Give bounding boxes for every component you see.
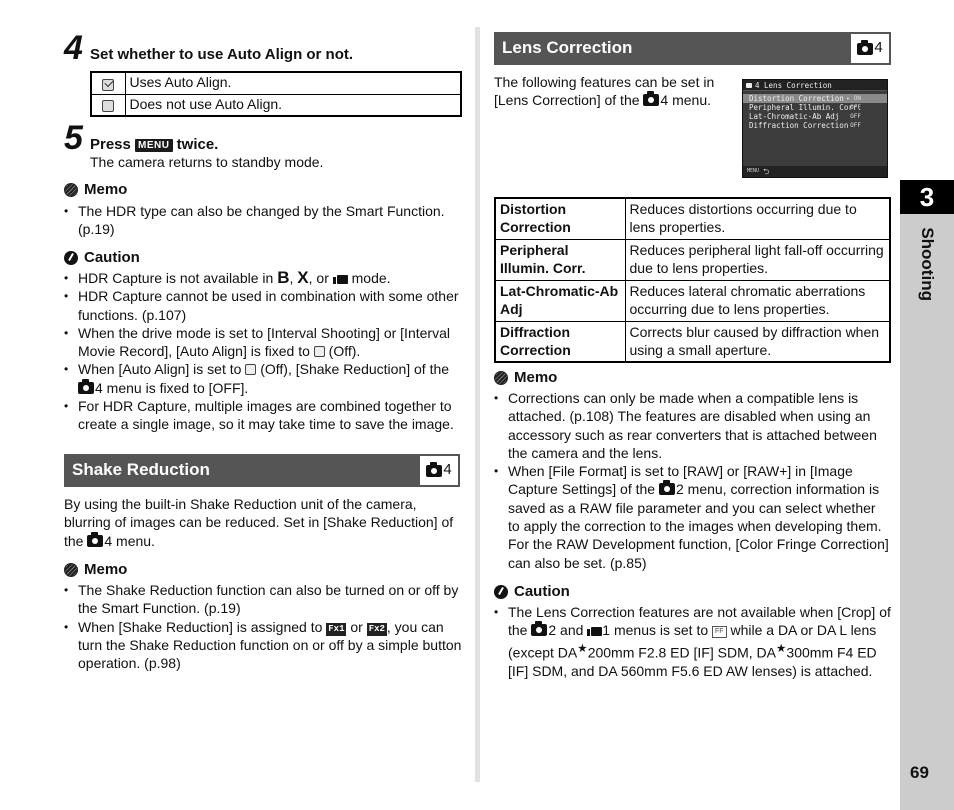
camera-menu-icon [531, 621, 548, 637]
camera-menu-icon [426, 461, 443, 477]
memo-icon [64, 183, 78, 198]
chapter-number: 3 [900, 180, 954, 214]
camera-menu-icon [87, 531, 104, 547]
feature-name: Diffraction Correction [494, 320, 626, 363]
section-title: Lens Correction [502, 38, 633, 58]
feature-name: Distortion Correction [494, 197, 626, 240]
step-number: 4 [64, 29, 83, 67]
auto-align-off-icon [245, 364, 257, 376]
step-5-heading: 5 Press MENU twice. [64, 119, 219, 157]
table-row: Does not use Auto Align. [90, 93, 462, 117]
screen-menu-item: Diffraction Correction OFF [749, 121, 861, 130]
fx2-button-icon: Fx2 [366, 622, 387, 636]
auto-align-off-icon [102, 100, 115, 113]
list-item: The Lens Correction features are not ava… [494, 603, 891, 680]
full-frame-icon: FF [712, 626, 727, 639]
step-5-description: The camera returns to standby mode. [90, 154, 324, 170]
caution-list: The Lens Correction features are not ava… [494, 603, 891, 680]
caution-icon [64, 251, 78, 266]
list-item: HDR Capture is not available in B, X, or… [64, 268, 462, 287]
step-4-heading: 4 Set whether to use Auto Align or not. [64, 29, 354, 67]
list-item: Corrections can only be made when a comp… [494, 389, 891, 462]
feature-name: Lat-Chromatic-Ab Adj [494, 279, 626, 322]
step-title: Set whether to use Auto Align or not. [90, 46, 354, 63]
camera-menu-icon [643, 91, 660, 107]
list-item: When [Shake Reduction] is assigned to Fx… [64, 618, 462, 673]
x-sync-mode-icon: X [297, 268, 309, 287]
screen-footer: MENU ⮌ [743, 166, 887, 177]
table-row: Uses Auto Align. [90, 71, 462, 95]
caution-list: HDR Capture is not available in B, X, or… [64, 268, 462, 434]
memo-icon [64, 563, 78, 578]
memo-heading: Memo [64, 181, 127, 199]
camera-menu-screenshot: 4 Lens Correction Distortion Correction … [742, 79, 888, 178]
step-title-prefix: Press [90, 136, 131, 153]
step-title-suffix: twice. [176, 136, 219, 153]
back-arrow-icon: ⮌ [763, 167, 770, 176]
screen-menu-item: Distortion Correction ▸ ON [743, 94, 887, 103]
feature-name: Peripheral Illumin. Corr. [494, 238, 626, 281]
memo-list: Corrections can only be made when a comp… [494, 389, 891, 572]
shake-reduction-header: Shake Reduction 4 [64, 454, 460, 487]
menu-reference: 4 [851, 34, 889, 63]
table-row: Diffraction Correction Corrects blur cau… [494, 320, 891, 363]
feature-description: Reduces lateral chromatic aberrations oc… [624, 279, 891, 322]
auto-align-on-icon [102, 78, 115, 91]
column-divider [475, 27, 480, 782]
memo-icon [494, 371, 508, 386]
menu-button-icon: MENU [135, 139, 173, 152]
menu-key-label: MENU [747, 168, 760, 174]
page-number: 69 [910, 763, 929, 782]
section-title: Shake Reduction [72, 460, 210, 480]
table-row: Distortion Correction Reduces distortion… [494, 197, 891, 240]
lens-correction-header: Lens Correction 4 [494, 32, 891, 65]
camera-menu-icon [658, 480, 675, 496]
list-item: When [Auto Align] is set to (Off), [Shak… [64, 360, 462, 397]
list-item: For HDR Capture, multiple images are com… [64, 397, 462, 434]
chapter-name: Shooting [918, 227, 938, 301]
fx1-button-icon: Fx1 [326, 622, 347, 636]
list-item: The Shake Reduction function can also be… [64, 581, 462, 618]
star-icon: ★ [577, 641, 588, 655]
memo-list: The Shake Reduction function can also be… [64, 581, 462, 672]
auto-align-options-table: Uses Auto Align. Does not use Auto Align… [90, 71, 462, 117]
option-label: Uses Auto Align. [124, 71, 462, 95]
feature-description: Corrects blur caused by diffraction when… [624, 320, 891, 363]
shake-reduction-description: By using the built-in Shake Reduction un… [64, 496, 454, 549]
table-row: Peripheral Illumin. Corr. Reduces periph… [494, 238, 891, 281]
option-label: Does not use Auto Align. [124, 93, 462, 117]
camera-menu-icon [746, 82, 752, 88]
list-item: When [File Format] is set to [RAW] or [R… [494, 462, 891, 572]
list-item: When the drive mode is set to [Interval … [64, 324, 462, 361]
bulb-mode-icon: B [277, 268, 290, 287]
camera-menu-icon [857, 39, 874, 55]
list-item: HDR Capture cannot be used in combinatio… [64, 287, 462, 324]
list-item: The HDR type can also be changed by the … [64, 202, 462, 239]
feature-description: Reduces distortions occurring due to len… [624, 197, 891, 240]
menu-reference: 4 [420, 456, 458, 485]
lens-correction-intro: The following features can be set in [Le… [494, 74, 715, 109]
movie-menu-icon [587, 624, 603, 637]
caution-heading: Caution [64, 249, 140, 267]
movie-mode-icon [332, 272, 348, 284]
table-row: Lat-Chromatic-Ab Adj Reduces lateral chr… [494, 279, 891, 322]
camera-menu-icon [78, 378, 94, 394]
lens-correction-features-table: Distortion Correction Reduces distortion… [494, 197, 891, 364]
memo-list: The HDR type can also be changed by the … [64, 202, 462, 239]
step-number: 5 [64, 119, 83, 157]
screen-menu-item: Peripheral Illumin. Corr. OFF [749, 103, 862, 112]
auto-align-off-icon [313, 346, 325, 358]
memo-heading: Memo [64, 561, 127, 579]
star-icon: ★ [775, 641, 787, 655]
screen-menu-item: Lat-Chromatic-Ab Adj OFF [749, 112, 861, 121]
screen-title-bar: 4 Lens Correction [743, 80, 887, 91]
caution-heading: Caution [494, 583, 570, 601]
caution-icon [494, 585, 508, 600]
chapter-side-tab: 3 Shooting 69 [900, 180, 954, 810]
memo-heading: Memo [494, 369, 557, 387]
feature-description: Reduces peripheral light fall-off occurr… [624, 238, 891, 281]
